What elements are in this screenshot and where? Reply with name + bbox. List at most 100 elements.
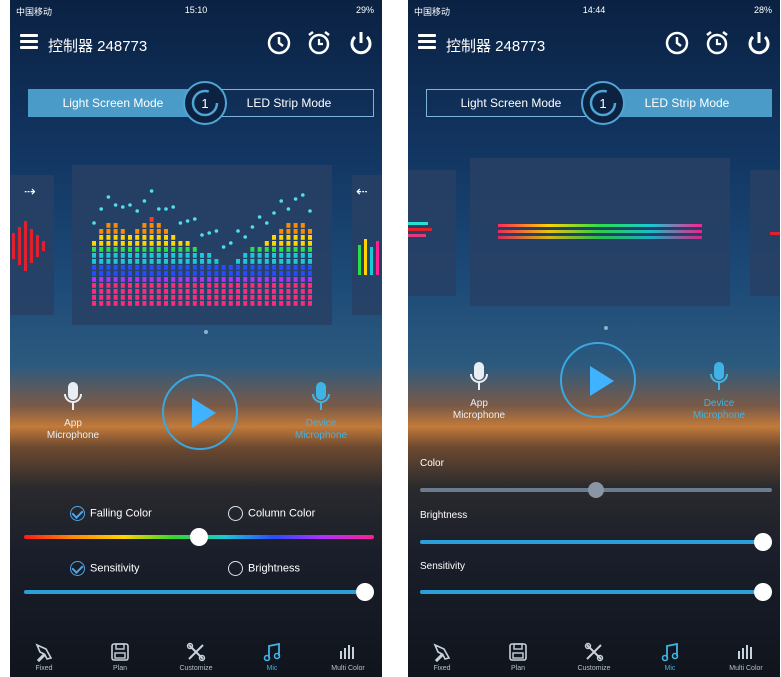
spectrum-segment — [293, 295, 298, 300]
previous-effect-card[interactable]: ⇢ — [10, 175, 54, 315]
spectrum-segment — [106, 229, 111, 234]
spectrum-segment — [142, 259, 147, 264]
falling-dot — [272, 211, 276, 215]
sensitivity-slider-thumb[interactable] — [356, 583, 374, 601]
tab-bar: Fixed Plan Customize Mic Multi Color — [10, 633, 382, 677]
spectrum-segment — [149, 277, 154, 282]
next-effect-card[interactable] — [750, 170, 780, 296]
menu-icon[interactable] — [20, 34, 38, 50]
falling-dot — [308, 209, 312, 213]
tab-mic[interactable]: Mic — [640, 641, 700, 672]
tab-mic[interactable]: Mic — [242, 641, 302, 672]
tab-multi-color[interactable]: Multi Color — [716, 641, 776, 672]
spectrum-segment — [200, 265, 204, 270]
spectrum-segment — [120, 277, 125, 282]
device-microphone-option[interactable]: Device Microphone — [674, 360, 764, 422]
light-screen-mode-button[interactable]: Light Screen Mode — [426, 89, 596, 117]
spectrum-segment — [192, 259, 197, 264]
mode-switch-icon[interactable]: 1 — [581, 81, 625, 125]
mode-switch-icon[interactable]: 1 — [183, 81, 227, 125]
spectrum-segment — [120, 265, 125, 270]
led-strip-mode-button[interactable]: LED Strip Mode — [204, 89, 374, 117]
spectrum-segment — [257, 265, 262, 270]
spectrum-segment — [308, 259, 312, 264]
spectrum-segment — [178, 247, 183, 252]
sensitivity-slider[interactable] — [24, 583, 374, 601]
spectrum-segment — [207, 295, 212, 300]
brightness-slider-thumb[interactable] — [754, 533, 772, 551]
falling-color-option[interactable]: Falling Color — [70, 506, 152, 521]
spectrum-segment — [293, 289, 298, 294]
color-slider[interactable] — [24, 528, 374, 546]
tab-fixed[interactable]: Fixed — [14, 641, 74, 672]
spectrum-segment — [272, 277, 276, 282]
spectrum-segment — [243, 289, 248, 294]
led-strip-mode-button[interactable]: LED Strip Mode — [602, 89, 772, 117]
falling-dot — [164, 207, 168, 211]
spectrum-segment — [250, 301, 255, 306]
spectrum-segment — [128, 301, 132, 306]
color-slider-thumb[interactable] — [588, 482, 604, 498]
tab-label: Mic — [664, 665, 676, 672]
spectrum-segment — [99, 283, 104, 288]
tab-plan[interactable]: Plan — [488, 641, 548, 672]
tab-multi-color[interactable]: Multi Color — [318, 641, 378, 672]
spectrum-segment — [171, 289, 176, 294]
brightness-option[interactable]: Brightness — [228, 561, 300, 576]
sensitivity-option[interactable]: Sensitivity — [70, 561, 140, 576]
sensitivity-slider-thumb[interactable] — [754, 583, 772, 601]
spectrum-segment — [272, 259, 276, 264]
color-slider[interactable] — [420, 482, 772, 498]
spectrum-segment — [221, 283, 226, 288]
play-button[interactable] — [560, 342, 636, 418]
falling-dot — [293, 197, 298, 201]
spectrum-segment — [135, 289, 140, 294]
spectrum-segment — [236, 277, 240, 282]
app-microphone-option[interactable]: App Microphone — [434, 360, 524, 422]
menu-icon[interactable] — [418, 34, 436, 50]
tab-bar: Fixed Plan Customize Mic Multi Color — [408, 633, 780, 677]
spectrum-segment — [308, 295, 312, 300]
spectrum-segment — [257, 295, 262, 300]
spectrum-effect-preview[interactable] — [72, 165, 332, 325]
tab-customize[interactable]: Customize — [166, 641, 226, 672]
spectrum-segment — [286, 265, 291, 270]
play-button[interactable] — [162, 374, 238, 450]
alarm-clock-icon[interactable] — [702, 28, 732, 58]
column-color-option[interactable]: Column Color — [228, 506, 315, 521]
power-icon[interactable] — [744, 28, 774, 58]
tab-fixed[interactable]: Fixed — [412, 641, 472, 672]
spectrum-segment — [142, 265, 147, 270]
spectrum-segment — [149, 241, 154, 246]
spectrum-segment — [250, 265, 255, 270]
timer-icon[interactable] — [264, 28, 294, 58]
color-slider-thumb[interactable] — [190, 528, 208, 546]
falling-dot — [257, 215, 262, 219]
app-header: 控制器 248773 — [10, 24, 382, 64]
spectrum-segment — [272, 289, 276, 294]
led-strip-effect-preview[interactable] — [470, 158, 730, 306]
next-effect-card[interactable]: ⇠ — [352, 175, 382, 315]
spectrum-segment — [243, 265, 248, 270]
tab-customize[interactable]: Customize — [564, 641, 624, 672]
spectrum-segment — [221, 265, 226, 270]
light-screen-mode-button[interactable]: Light Screen Mode — [28, 89, 198, 117]
app-microphone-option[interactable]: App Microphone — [28, 380, 118, 442]
previous-effect-card[interactable] — [408, 170, 456, 296]
power-icon[interactable] — [346, 28, 376, 58]
device-microphone-option[interactable]: Device Microphone — [276, 380, 366, 442]
spectrum-segment — [113, 223, 118, 228]
spectrum-segment — [164, 283, 168, 288]
alarm-clock-icon[interactable] — [304, 28, 334, 58]
status-bar: 中国移动 14:44 28% — [408, 0, 780, 20]
spectrum-segment — [142, 241, 147, 246]
falling-dot — [149, 189, 154, 193]
spectrum-segment — [286, 283, 291, 288]
timer-icon[interactable] — [662, 28, 692, 58]
spectrum-segment — [156, 283, 161, 288]
spectrum-segment — [286, 241, 291, 246]
brightness-slider[interactable] — [420, 533, 772, 551]
tab-plan[interactable]: Plan — [90, 641, 150, 672]
sensitivity-slider[interactable] — [420, 583, 772, 601]
spectrum-segment — [293, 259, 298, 264]
